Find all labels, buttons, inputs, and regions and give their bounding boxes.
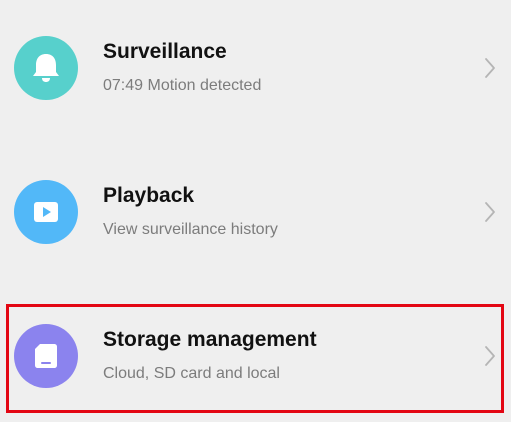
- menu-item-surveillance[interactable]: Surveillance 07:49 Motion detected: [0, 8, 511, 128]
- sd-card-icon: [35, 344, 57, 368]
- chevron-right-icon: [483, 56, 497, 80]
- menu-item-subtitle: Cloud, SD card and local: [103, 365, 280, 382]
- chevron-right-icon: [483, 200, 497, 224]
- playback-icon-badge: [14, 180, 78, 244]
- menu-item-title: Surveillance: [103, 40, 227, 63]
- menu-item-subtitle: View surveillance history: [103, 221, 278, 238]
- storage-icon-badge: [14, 324, 78, 388]
- menu-item-subtitle: 07:49 Motion detected: [103, 77, 262, 94]
- menu-item-title: Playback: [103, 184, 195, 207]
- menu-item-storage-management[interactable]: Storage management Cloud, SD card and lo…: [0, 296, 511, 416]
- chevron-right-icon: [483, 344, 497, 368]
- surveillance-icon-badge: [14, 36, 78, 100]
- bell-icon: [33, 54, 59, 82]
- play-icon: [34, 202, 58, 222]
- menu-item-playback[interactable]: Playback View surveillance history: [0, 152, 511, 272]
- menu-item-title: Storage management: [103, 328, 317, 351]
